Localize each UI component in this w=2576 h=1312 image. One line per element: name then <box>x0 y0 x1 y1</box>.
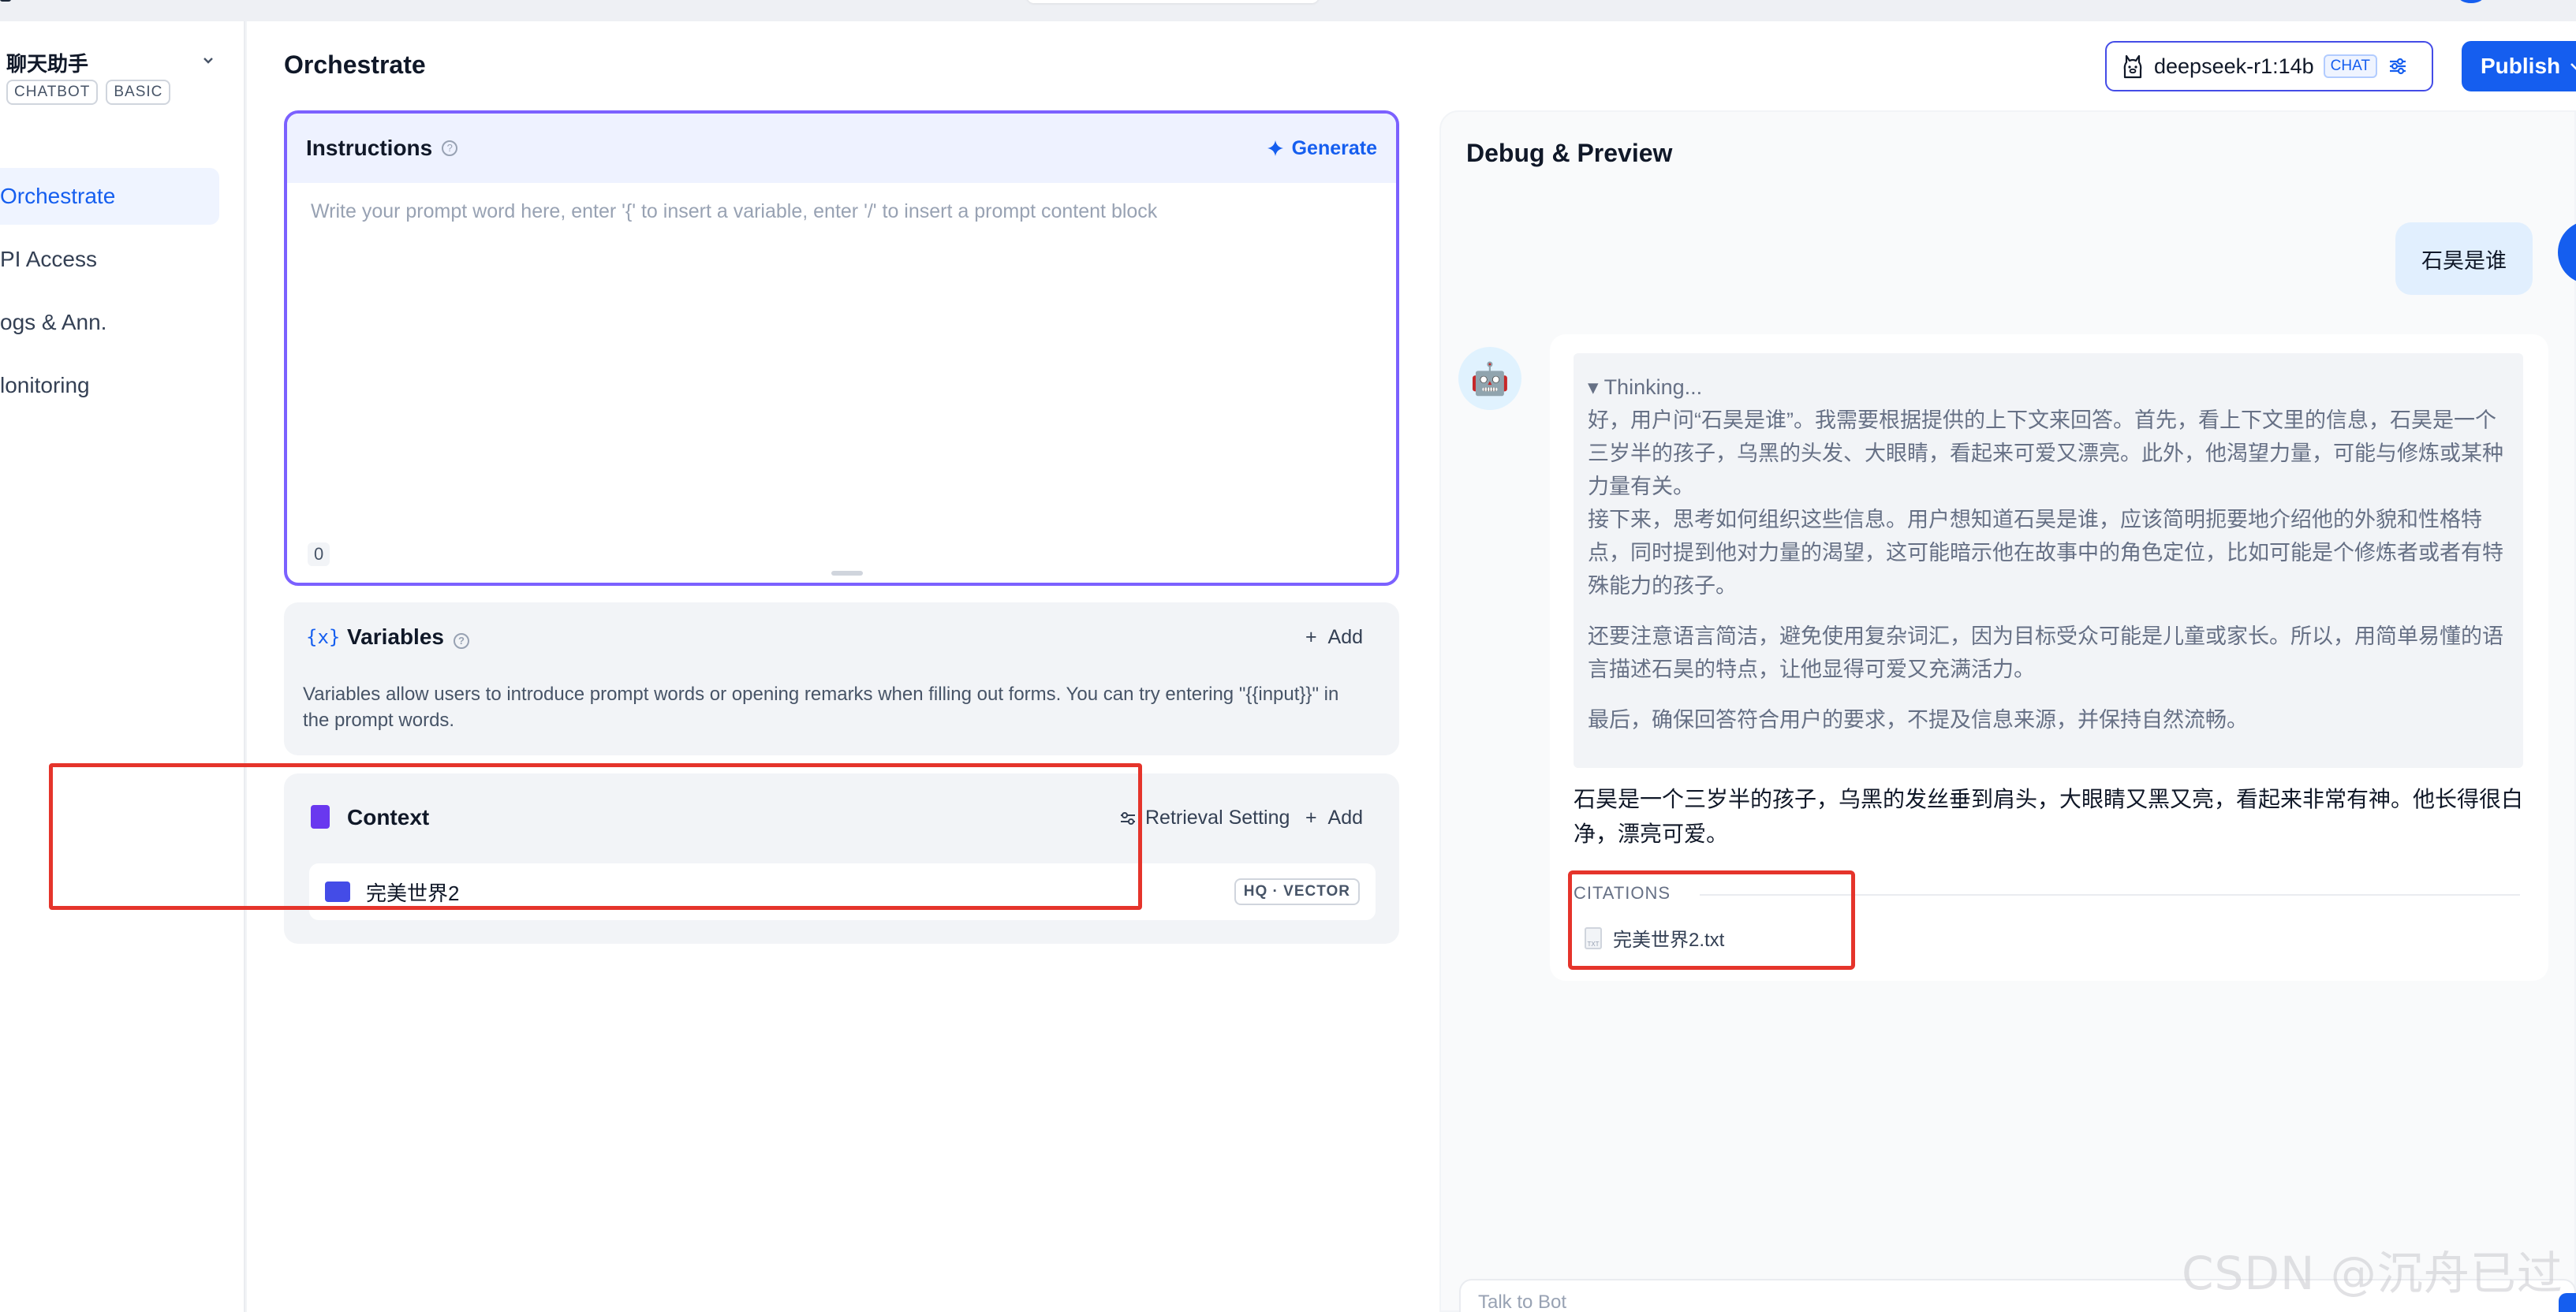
model-name: deepseek-r1:14b <box>2154 54 2314 78</box>
variables-panel: {x} Variables? + Add Variables allow use… <box>284 602 1399 755</box>
app-type-tag: CHATBOT <box>6 80 99 105</box>
sidebar-item-monitoring[interactable]: lonitoring <box>0 357 219 414</box>
bot-message: ▾ Thinking... 好，用户问“石昊是谁”。我需要根据提供的上下文来回答… <box>1550 334 2548 981</box>
thinking-paragraph: 最后，确保回答符合用户的要求，不提及信息来源，并保持自然流畅。 <box>1588 708 2248 732</box>
folder-icon <box>325 882 350 902</box>
instructions-panel: Instructions ? Generate Write your promp… <box>284 110 1399 586</box>
add-context-button[interactable]: + Add <box>1305 807 1363 829</box>
sidebar: 聊天助手 CHATBOT BASIC Orchestrate PI Access… <box>0 21 245 1312</box>
app-mode-tag: BASIC <box>106 80 171 105</box>
settings-sliders-icon[interactable] <box>2387 55 2409 77</box>
sparkle-icon <box>1267 140 1283 156</box>
thinking-paragraph: 接下来，思考如何组织这些信息。用户想知道石昊是谁，应该简明扼要地介绍他的外貌和性… <box>1588 508 2503 598</box>
sidebar-nav: Orchestrate PI Access ogs & Ann. lonitor… <box>0 168 219 420</box>
sidebar-item-orchestrate[interactable]: Orchestrate <box>0 168 219 225</box>
thinking-paragraph: 还要注意语言简洁，避免使用复杂词汇，因为目标受众可能是儿童或家长。所以，用简单易… <box>1588 624 2503 681</box>
citations-label: CITATIONS <box>1574 883 1671 903</box>
sidebar-item-label: Orchestrate <box>0 184 116 208</box>
document-icon <box>311 805 330 829</box>
instructions-header: Instructions ? Generate <box>287 114 1396 183</box>
llama-icon <box>2123 54 2142 79</box>
divider <box>1700 894 2520 896</box>
app-tags: CHATBOT BASIC <box>6 80 171 105</box>
user-message: 石昊是谁 <box>2395 222 2533 295</box>
bot-avatar-icon: 🤖 <box>1458 347 1521 410</box>
txt-file-icon: TXT <box>1585 926 1602 949</box>
chevron-down-icon[interactable] <box>200 53 216 69</box>
add-variable-button[interactable]: + Add <box>1305 626 1363 649</box>
prompt-input[interactable]: Write your prompt word here, enter '{' t… <box>311 200 1157 223</box>
model-selector-button[interactable]: deepseek-r1:14b CHAT <box>2105 41 2433 91</box>
citation-item[interactable]: TXT 完美世界2.txt <box>1585 924 1724 952</box>
retrieval-setting-button[interactable]: Retrieval Setting <box>1118 807 1290 829</box>
help-icon[interactable]: ? <box>442 140 458 156</box>
instructions-title: Instructions <box>306 136 433 160</box>
app-name[interactable]: 聊天助手 <box>6 48 88 77</box>
settings-sliders-icon <box>1121 811 1135 825</box>
sidebar-item-label: PI Access <box>0 247 97 271</box>
sidebar-item-label: lonitoring <box>0 373 90 397</box>
main-area: Orchestrate deepseek-r1:14b CHAT Publish… <box>247 21 2576 1312</box>
thinking-paragraph: 好，用户问“石昊是谁”。我需要根据提供的上下文来回答。首先，看上下文里的信息，石… <box>1588 408 2503 498</box>
sidebar-item-label: ogs & Ann. <box>0 310 107 334</box>
page-title: Orchestrate <box>284 50 426 79</box>
dataset-item[interactable]: 完美世界2 HQ · VECTOR <box>309 863 1376 920</box>
browser-top-strip <box>0 0 2576 21</box>
context-panel: Context Retrieval Setting + Add 完美世界2 HQ… <box>284 773 1399 944</box>
user-avatar[interactable] <box>2458 0 2485 3</box>
chat-input-placeholder: Talk to Bot <box>1478 1292 1567 1312</box>
variable-icon: {x} <box>306 626 341 648</box>
variables-title: Variables? <box>347 624 469 650</box>
dataset-index-badge: HQ · VECTOR <box>1234 878 1360 905</box>
dataset-name: 完美世界2 <box>366 881 460 905</box>
answer-text: 石昊是一个三岁半的孩子，乌黑的发丝垂到肩头，大眼睛又黑又亮，看起来非常有神。他长… <box>1574 787 2524 846</box>
publish-label: Publish <box>2481 54 2561 78</box>
publish-button[interactable]: Publish <box>2462 41 2576 91</box>
help-icon[interactable]: ? <box>453 633 469 649</box>
generate-button[interactable]: Generate <box>1267 137 1377 160</box>
user-avatar <box>2558 221 2576 284</box>
thinking-toggle[interactable]: ▾ Thinking... <box>1588 371 2509 404</box>
top-center-control[interactable] <box>1027 0 1319 3</box>
variables-description: Variables allow users to introduce promp… <box>303 684 1339 731</box>
char-count: 0 <box>308 542 330 566</box>
generate-label: Generate <box>1291 136 1377 159</box>
debug-title: Debug & Preview <box>1466 139 1673 167</box>
sidebar-item-api-access[interactable]: PI Access <box>0 231 219 288</box>
thinking-block[interactable]: ▾ Thinking... 好，用户问“石昊是谁”。我需要根据提供的上下文来回答… <box>1574 353 2523 768</box>
model-mode-badge: CHAT <box>2323 54 2377 78</box>
watermark: CSDN @沉舟已过 <box>2182 1247 2563 1300</box>
retrieval-setting-label: Retrieval Setting <box>1145 807 1290 829</box>
resize-handle[interactable] <box>831 571 863 576</box>
sidebar-item-logs[interactable]: ogs & Ann. <box>0 294 219 351</box>
chevron-down-icon <box>2570 63 2576 70</box>
app-logo-icon <box>0 0 11 2</box>
debug-preview-panel: Debug & Preview 石昊是谁 🤖 ▾ Thinking... 好，用… <box>1439 110 2576 1312</box>
citation-filename: 完美世界2.txt <box>1613 930 1725 951</box>
context-title: Context <box>347 805 430 829</box>
